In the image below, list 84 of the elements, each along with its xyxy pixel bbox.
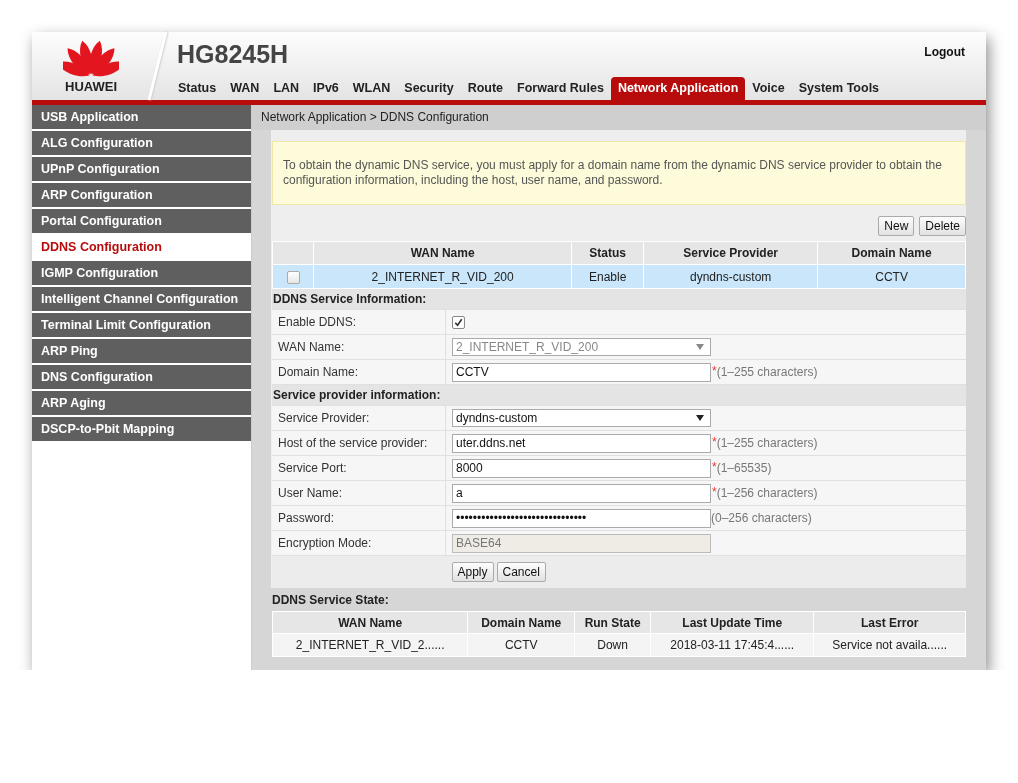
- sidebar-item[interactable]: DSCP-to-Pbit Mapping: [32, 417, 251, 441]
- required-mark: *: [712, 485, 717, 500]
- field-label: User Name:: [278, 486, 342, 500]
- sidebar-item[interactable]: USB Application: [32, 105, 251, 129]
- input-field[interactable]: a: [452, 483, 711, 503]
- nav-tab[interactable]: Network Application: [610, 77, 746, 100]
- field-hint: (1–65535): [716, 460, 772, 475]
- table-cell: 2018-03-11 17:45:4......: [670, 638, 795, 652]
- required-mark: *: [712, 364, 717, 379]
- sidebar-item[interactable]: ALG Configuration: [32, 131, 251, 155]
- field-label: Password:: [278, 511, 335, 525]
- sidebar-item[interactable]: ARP Ping: [32, 339, 251, 363]
- sidebar-item[interactable]: Portal Configuration: [32, 209, 251, 233]
- device-model: HG8245H: [177, 40, 289, 69]
- logo-text: HUAWEI: [65, 79, 117, 94]
- field-label: WAN Name:: [278, 340, 345, 354]
- table-cell: 2_INTERNET_R_VID_2......: [295, 638, 445, 652]
- field-label: Enable DDNS:: [278, 315, 357, 329]
- nav-tab[interactable]: System Tools: [791, 77, 887, 100]
- required-mark: *: [712, 460, 717, 475]
- checkbox[interactable]: [452, 316, 465, 330]
- sidebar-item[interactable]: Intelligent Channel Configuration: [32, 287, 251, 311]
- table-row[interactable]: 2_INTERNET_R_VID_200 Enable dyndns-custom CCTV: [272, 264, 966, 289]
- sidebar-item[interactable]: ARP Aging: [32, 391, 251, 415]
- column-header: WAN Name: [272, 611, 468, 634]
- checkbox[interactable]: [286, 270, 300, 284]
- sidebar-item[interactable]: Terminal Limit Configuration: [32, 313, 251, 337]
- nav-tab[interactable]: Voice: [745, 77, 792, 100]
- column-header: Run State: [574, 611, 651, 634]
- section-title: DDNS Service Information:: [273, 292, 427, 306]
- field-label: Domain Name:: [278, 365, 359, 379]
- nav-tab[interactable]: WLAN: [345, 77, 398, 100]
- section-title: DDNS Service State:: [272, 593, 390, 607]
- field-hint: (1–256 characters): [716, 485, 818, 500]
- column-header: Domain Name: [467, 611, 575, 634]
- sidebar-item[interactable]: UPnP Configuration: [32, 157, 251, 181]
- table-cell: dyndns-custom: [689, 269, 772, 284]
- input-field[interactable]: uter.ddns.net: [452, 433, 711, 453]
- logout-link[interactable]: Logout: [924, 45, 965, 59]
- column-header: Last Error: [813, 611, 966, 634]
- petal-logo-icon: [63, 38, 119, 78]
- nav-tab[interactable]: Forward Rules: [510, 77, 611, 100]
- section-title: Service provider information:: [273, 388, 441, 402]
- column-header: Domain Name: [817, 241, 966, 265]
- table-cell: CCTV: [504, 638, 538, 652]
- table-cell: Down: [597, 638, 628, 652]
- column-header: Status: [571, 241, 644, 265]
- field-label: Service Provider:: [278, 411, 370, 425]
- toolbar-button[interactable]: New: [878, 216, 915, 236]
- field-label: Service Port:: [278, 461, 347, 475]
- input-field[interactable]: 8000: [452, 458, 711, 478]
- field-hint: (1–255 characters): [716, 435, 818, 450]
- nav-tab[interactable]: WAN: [223, 77, 267, 100]
- sidebar-item[interactable]: IGMP Configuration: [32, 261, 251, 285]
- table-cell: CCTV: [875, 269, 908, 284]
- form-button[interactable]: Apply: [451, 562, 494, 582]
- table-cell: Service not availa......: [832, 638, 948, 652]
- nav-tab[interactable]: Security: [397, 77, 461, 100]
- dropdown[interactable]: dyndns-custom: [452, 409, 711, 427]
- table-cell: 2_INTERNET_R_VID_200: [371, 269, 514, 284]
- required-mark: *: [712, 435, 717, 450]
- nav-tab[interactable]: Status: [171, 77, 224, 100]
- input-field[interactable]: BASE64: [452, 533, 711, 553]
- field-label: Host of the service provider:: [278, 436, 428, 450]
- column-header: WAN Name: [313, 241, 572, 265]
- table-cell: Enable: [589, 269, 627, 284]
- nav-tab[interactable]: LAN: [266, 77, 307, 100]
- breadcrumb: Network Application > DDNS Configuration: [252, 105, 986, 130]
- field-label: Encryption Mode:: [278, 536, 372, 550]
- input-field[interactable]: CCTV: [452, 362, 711, 382]
- notice-box: To obtain the dynamic DNS service, you must apply for a domain name from the dynamic DNS service provider to obtain the configuration information, including the host, user name, and password.: [272, 141, 966, 205]
- form-button[interactable]: Cancel: [496, 562, 546, 582]
- field-hint: (1–255 characters): [716, 364, 818, 379]
- nav-tab[interactable]: Route: [460, 77, 511, 100]
- nav-tab[interactable]: IPv6: [306, 77, 346, 100]
- sidebar-item[interactable]: DNS Configuration: [32, 365, 251, 389]
- toolbar-button[interactable]: Delete: [919, 216, 966, 236]
- column-header: Service Provider: [643, 241, 818, 265]
- field-hint: (0–256 characters): [711, 510, 812, 525]
- sidebar-item[interactable]: ARP Configuration: [32, 183, 251, 207]
- column-header: Last Update Time: [650, 611, 814, 634]
- input-field[interactable]: •••••••••••••••••••••••••••••••: [452, 508, 711, 528]
- caret-icon: [696, 344, 704, 350]
- caret-icon: [696, 415, 704, 421]
